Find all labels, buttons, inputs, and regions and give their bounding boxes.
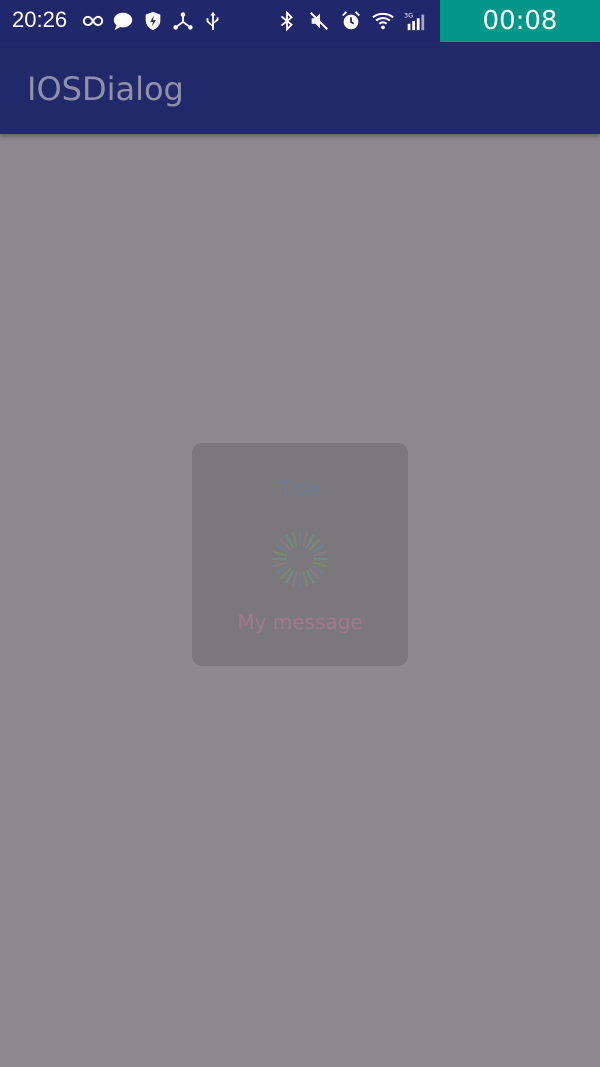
status-time: 20:26 <box>12 7 68 32</box>
app-title: IOSDialog <box>27 70 184 108</box>
infinity-icon <box>82 10 104 32</box>
chat-bubble-icon <box>112 10 134 32</box>
dialog-title: Title <box>278 477 322 501</box>
usb-icon <box>202 10 224 32</box>
alarm-icon <box>340 10 362 32</box>
signal-3g-icon: 3G <box>404 10 426 32</box>
app-bar: IOSDialog <box>0 42 600 134</box>
loading-dialog: Title My message <box>192 443 408 666</box>
status-bar: 20:26 3G 00:08 <box>0 0 600 42</box>
wifi-icon <box>372 10 394 32</box>
network-share-icon <box>172 10 194 32</box>
status-icons-left <box>82 8 224 34</box>
recording-timer: 00:08 <box>440 0 600 42</box>
dialog-message: My message <box>237 610 363 634</box>
status-icons-right: 3G <box>276 8 426 34</box>
network-type-label: 3G <box>404 11 413 19</box>
shield-icon <box>142 10 164 32</box>
mute-icon <box>308 10 330 32</box>
bluetooth-icon <box>276 10 298 32</box>
loading-spinner-icon <box>270 529 330 589</box>
